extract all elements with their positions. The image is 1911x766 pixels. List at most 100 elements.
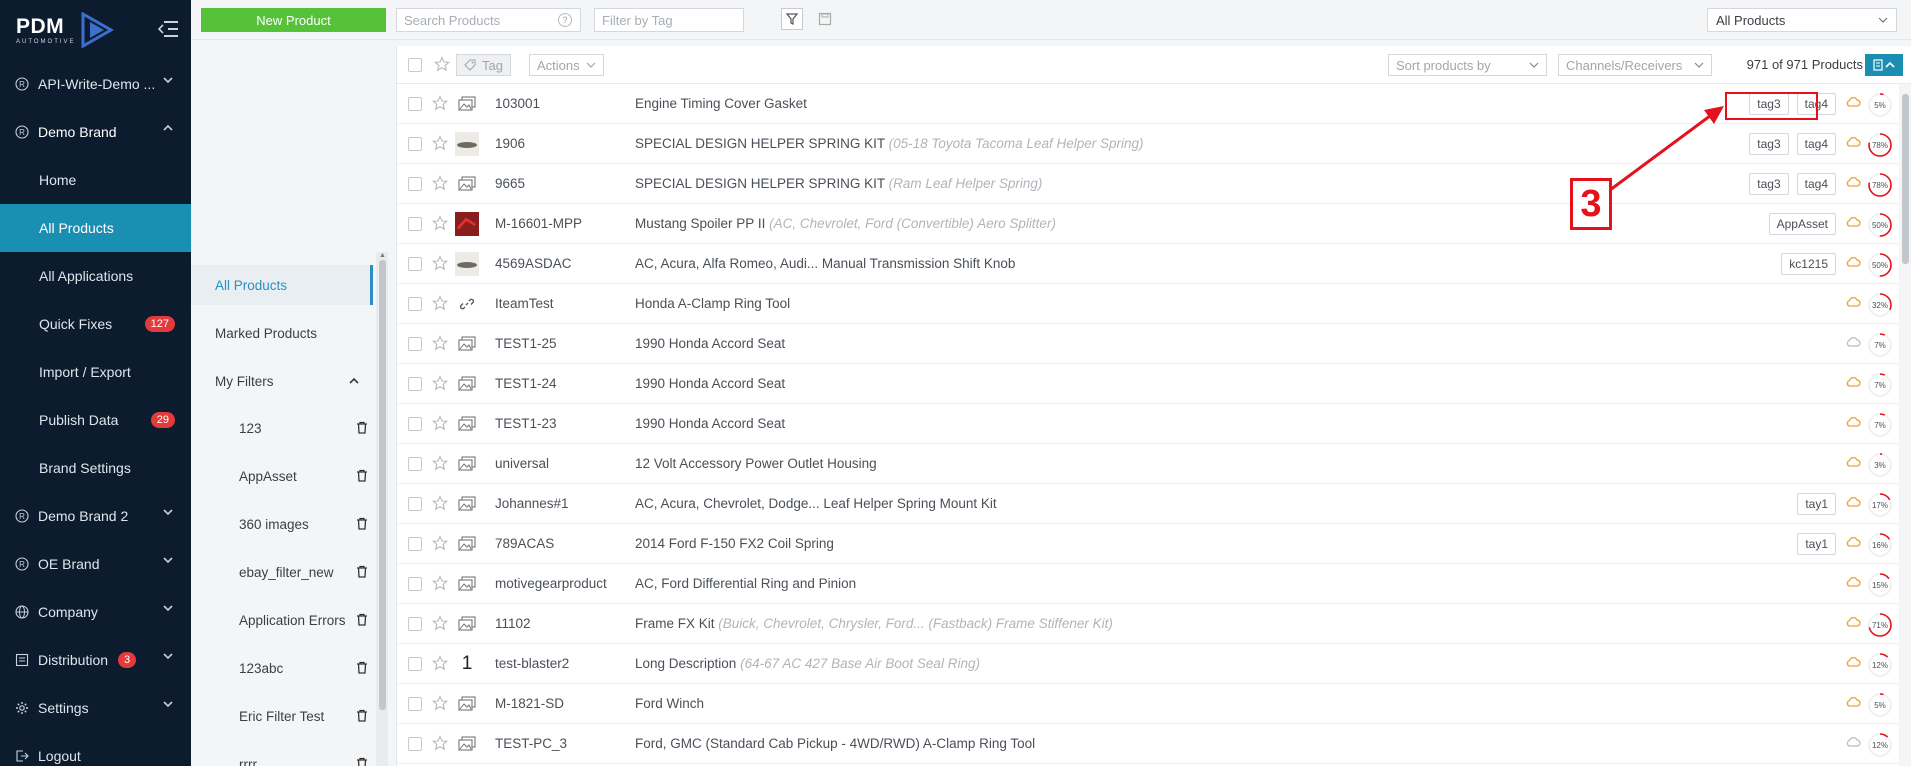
saved-filter-item[interactable]: 123 — [191, 404, 373, 452]
product-tag[interactable]: tag3 — [1749, 173, 1789, 195]
product-name[interactable]: Frame FX Kit (Buick, Chevrolet, Chrysler… — [635, 616, 1113, 631]
saved-filter-item[interactable]: AppAsset — [191, 452, 373, 500]
product-name[interactable]: Ford Winch — [635, 696, 704, 711]
product-sku[interactable]: TEST1-23 — [495, 416, 557, 431]
star-icon[interactable] — [432, 375, 448, 391]
chevron-up-icon[interactable] — [163, 124, 173, 132]
saved-filter-item[interactable]: 123abc — [191, 644, 373, 692]
star-icon[interactable] — [432, 215, 448, 231]
trash-icon[interactable] — [356, 757, 368, 766]
cloud-icon-gray[interactable] — [1845, 336, 1861, 348]
scroll-up-icon[interactable]: ▲ — [379, 252, 386, 259]
product-name[interactable]: Long Description (64-67 AC 427 Base Air … — [635, 656, 980, 671]
table-row[interactable]: universal 12 Volt Accessory Power Outlet… — [397, 444, 1911, 484]
product-tag[interactable]: AppAsset — [1768, 213, 1836, 235]
cloud-icon[interactable] — [1845, 296, 1861, 308]
product-sku[interactable]: 789ACAS — [495, 536, 554, 551]
product-sku[interactable]: M-1821-SD — [495, 696, 564, 711]
table-row[interactable]: 11102 Frame FX Kit (Buick, Chevrolet, Ch… — [397, 604, 1911, 644]
row-checkbox[interactable] — [408, 697, 422, 711]
new-product-button[interactable]: New Product — [201, 8, 386, 32]
star-icon[interactable] — [432, 535, 448, 551]
chevron-down-icon[interactable] — [163, 652, 173, 660]
trash-icon[interactable] — [356, 517, 368, 530]
table-row[interactable]: M-1821-SD Ford Winch 5% — [397, 684, 1911, 724]
row-checkbox[interactable] — [408, 537, 422, 551]
product-sku[interactable]: motivegearproduct — [495, 576, 607, 591]
search-input[interactable]: Search Products ? — [396, 8, 581, 32]
row-checkbox[interactable] — [408, 97, 422, 111]
cloud-icon[interactable] — [1845, 176, 1861, 188]
product-name[interactable]: 12 Volt Accessory Power Outlet Housing — [635, 456, 877, 471]
sort-select[interactable]: Sort products by — [1388, 54, 1547, 76]
star-icon[interactable] — [432, 495, 448, 511]
menu-collapse-icon[interactable] — [157, 20, 179, 38]
product-sku[interactable]: 103001 — [495, 96, 540, 111]
trash-icon[interactable] — [356, 421, 368, 434]
star-icon[interactable] — [432, 415, 448, 431]
table-row[interactable]: TEST1-24 1990 Honda Accord Seat 7% — [397, 364, 1911, 404]
product-sku[interactable]: 1906 — [495, 136, 525, 151]
cloud-icon[interactable] — [1845, 376, 1861, 388]
sidebar-subitem-brand-settings[interactable]: Brand Settings — [0, 444, 191, 492]
sidebar-item-logout[interactable]: Logout — [0, 732, 191, 766]
product-sku[interactable]: IteamTest — [495, 296, 554, 311]
table-row[interactable]: 789ACAS 2014 Ford F-150 FX2 Coil Spring … — [397, 524, 1911, 564]
saved-filter-item[interactable]: rrrr — [191, 740, 373, 766]
product-scope-select[interactable]: All Products — [1707, 8, 1897, 32]
cloud-icon[interactable] — [1845, 696, 1861, 708]
table-row[interactable]: IteamTest Honda A-Clamp Ring Tool 32% — [397, 284, 1911, 324]
table-row[interactable]: TEST-PC_3 Ford, GMC (Standard Cab Pickup… — [397, 724, 1911, 764]
chevron-down-icon[interactable] — [163, 508, 173, 516]
star-icon[interactable] — [432, 655, 448, 671]
trash-icon[interactable] — [356, 709, 368, 722]
product-sku[interactable]: universal — [495, 456, 549, 471]
sidebar-item-demo-brand[interactable]: R Demo Brand — [0, 108, 191, 156]
row-checkbox[interactable] — [408, 657, 422, 671]
product-sku[interactable]: 4569ASDAC — [495, 256, 572, 271]
chevron-down-icon[interactable] — [163, 556, 173, 564]
trash-icon[interactable] — [356, 565, 368, 578]
filter-all-products[interactable]: All Products — [191, 265, 373, 305]
cloud-icon[interactable] — [1845, 576, 1861, 588]
product-tag[interactable]: tay1 — [1797, 533, 1836, 555]
star-icon[interactable] — [432, 455, 448, 471]
filter-marked-products[interactable]: Marked Products — [191, 313, 373, 353]
chevron-down-icon[interactable] — [163, 604, 173, 612]
sidebar-subitem-all-applications[interactable]: All Applications — [0, 252, 191, 300]
product-name[interactable]: Mustang Spoiler PP II (AC, Chevrolet, Fo… — [635, 216, 1056, 231]
product-tag[interactable]: tay1 — [1797, 493, 1836, 515]
sidebar-subitem-all-products[interactable]: All Products — [0, 204, 191, 252]
row-checkbox[interactable] — [408, 297, 422, 311]
row-checkbox[interactable] — [408, 617, 422, 631]
row-checkbox[interactable] — [408, 457, 422, 471]
sidebar-subitem-import-export[interactable]: Import / Export — [0, 348, 191, 396]
cloud-icon[interactable] — [1845, 96, 1861, 108]
row-checkbox[interactable] — [408, 417, 422, 431]
product-tag[interactable]: kc1215 — [1781, 253, 1836, 275]
cloud-icon[interactable] — [1845, 416, 1861, 428]
filter-scrollbar[interactable]: ▲ — [376, 252, 388, 766]
trash-icon[interactable] — [356, 661, 368, 674]
table-row[interactable]: TEST1-23 1990 Honda Accord Seat 7% — [397, 404, 1911, 444]
star-icon[interactable] — [432, 95, 448, 111]
product-name[interactable]: AC, Acura, Alfa Romeo, Audi... Manual Tr… — [635, 256, 1015, 271]
logo[interactable]: PDM AUTOMOTIVE — [0, 0, 191, 60]
product-name[interactable]: AC, Ford Differential Ring and Pinion — [635, 576, 856, 591]
product-sku[interactable]: 11102 — [495, 616, 531, 631]
product-name[interactable]: 1990 Honda Accord Seat — [635, 376, 785, 391]
cloud-icon[interactable] — [1845, 256, 1861, 268]
row-checkbox[interactable] — [408, 257, 422, 271]
star-icon[interactable] — [432, 135, 448, 151]
scrollbar-thumb[interactable] — [1902, 94, 1909, 264]
row-checkbox[interactable] — [408, 177, 422, 191]
product-name[interactable]: Engine Timing Cover Gasket — [635, 96, 807, 111]
trash-icon[interactable] — [356, 469, 368, 482]
row-checkbox[interactable] — [408, 377, 422, 391]
product-name[interactable]: SPECIAL DESIGN HELPER SPRING KIT (05-18 … — [635, 136, 1144, 151]
product-sku[interactable]: TEST-PC_3 — [495, 736, 567, 751]
table-row[interactable]: motivegearproduct AC, Ford Differential … — [397, 564, 1911, 604]
table-row[interactable]: Johannes#1 AC, Acura, Chevrolet, Dodge..… — [397, 484, 1911, 524]
star-icon[interactable] — [432, 615, 448, 631]
sidebar-item-company[interactable]: Company — [0, 588, 191, 636]
